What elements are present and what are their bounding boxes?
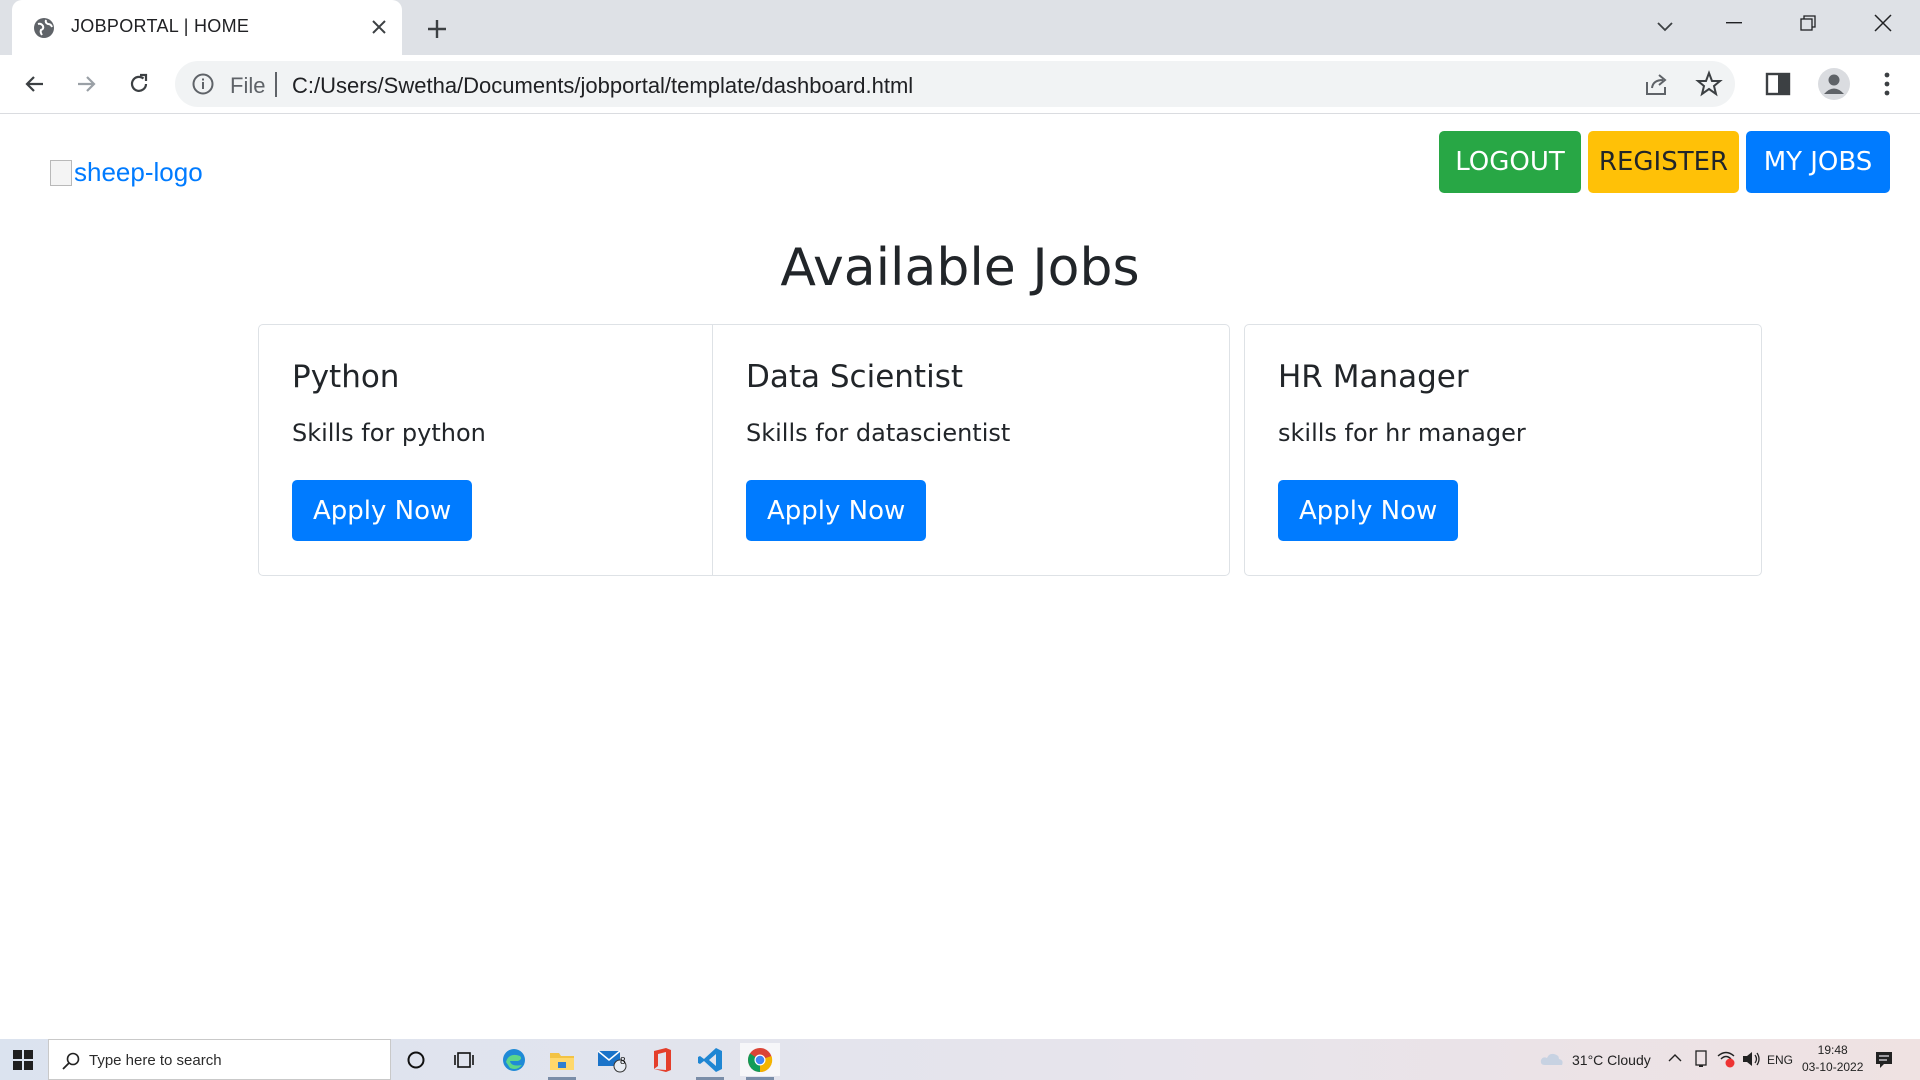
kebab-menu-icon[interactable] [1872, 69, 1902, 99]
page-title: Available Jobs [780, 238, 1140, 298]
url-text[interactable]: C:/Users/Swetha/Documents/jobportal/temp… [292, 73, 913, 99]
device-icon[interactable] [1693, 1050, 1709, 1068]
office-icon[interactable] [642, 1043, 682, 1076]
apply-now-button[interactable]: Apply Now [1278, 480, 1459, 541]
page-content: sheep-logo LOGOUT REGISTER MY JOBS Avail… [0, 115, 1920, 1039]
plus-icon[interactable] [420, 12, 454, 46]
windows-start-icon[interactable] [12, 1049, 34, 1071]
search-icon [62, 1052, 80, 1070]
forward-icon[interactable] [66, 64, 106, 104]
job-card: HR Manager skills for hr manager Apply N… [1244, 324, 1762, 576]
side-panel-icon[interactable] [1763, 69, 1793, 99]
reload-icon[interactable] [119, 64, 159, 104]
vscode-icon[interactable] [690, 1043, 730, 1080]
url-separator [275, 72, 277, 97]
my-jobs-button[interactable]: MY JOBS [1746, 131, 1890, 193]
broken-image-icon [50, 159, 72, 186]
star-icon[interactable] [1695, 70, 1723, 98]
minimize-icon[interactable] [1697, 0, 1771, 46]
chevron-up-icon[interactable] [1668, 1053, 1682, 1063]
mail-badge: 8 [620, 1056, 626, 1067]
task-view-icon[interactable] [444, 1043, 484, 1076]
info-icon[interactable] [191, 72, 215, 96]
mail-icon[interactable]: 8 [592, 1043, 632, 1076]
taskbar-search-input[interactable]: Type here to search [48, 1039, 391, 1080]
clock-date: 03-10-2022 [1802, 1060, 1864, 1074]
clock-time: 19:48 [1817, 1043, 1848, 1057]
job-description: skills for hr manager [1278, 419, 1526, 447]
restore-icon[interactable] [1771, 0, 1845, 46]
close-icon[interactable] [364, 12, 394, 42]
apply-now-button[interactable]: Apply Now [746, 480, 927, 541]
weather-text[interactable]: 31°C Cloudy [1572, 1052, 1651, 1068]
url-scheme: File [230, 73, 266, 98]
search-placeholder: Type here to search [89, 1052, 222, 1069]
window-close-icon[interactable] [1846, 0, 1920, 46]
browser-tab[interactable]: JOBPORTAL | HOME [12, 0, 402, 55]
address-bar[interactable]: File C:/Users/Swetha/Documents/jobportal… [175, 61, 1735, 107]
job-description: Skills for datascientist [746, 419, 1011, 447]
chrome-icon[interactable] [740, 1043, 780, 1080]
language-indicator[interactable]: ENG [1767, 1053, 1793, 1067]
job-title: HR Manager [1278, 359, 1469, 395]
cortana-icon[interactable] [396, 1043, 436, 1076]
job-card: Python Skills for python Apply Now [258, 324, 713, 576]
browser-tab-strip: JOBPORTAL | HOME [0, 0, 1920, 55]
logout-button[interactable]: LOGOUT [1439, 131, 1581, 193]
browser-toolbar: File C:/Users/Swetha/Documents/jobportal… [0, 55, 1920, 114]
job-description: Skills for python [292, 419, 486, 447]
file-explorer-icon[interactable] [542, 1043, 582, 1080]
clock[interactable]: 19:48 03-10-2022 [1802, 1042, 1863, 1076]
taskbar: Type here to search 8 31°C Cloudy ENG 19… [0, 1039, 1920, 1080]
job-title: Data Scientist [746, 359, 963, 395]
apply-now-button[interactable]: Apply Now [292, 480, 473, 541]
edge-icon[interactable] [494, 1043, 534, 1076]
share-icon[interactable] [1643, 70, 1671, 98]
back-icon[interactable] [15, 64, 55, 104]
cloud-icon [1540, 1053, 1563, 1065]
notifications-icon[interactable] [1874, 1050, 1894, 1070]
profile-icon[interactable] [1817, 67, 1851, 101]
register-button[interactable]: REGISTER [1588, 131, 1739, 193]
logo-alt-text: sheep-logo [74, 157, 203, 187]
network-icon[interactable] [1716, 1050, 1736, 1068]
job-card: Data Scientist Skills for datascientist … [712, 324, 1230, 576]
volume-icon[interactable] [1741, 1050, 1761, 1068]
globe-icon [34, 18, 54, 38]
job-title: Python [292, 359, 400, 395]
logo-link[interactable]: sheep-logo [50, 157, 203, 188]
chevron-down-icon[interactable] [1648, 10, 1682, 44]
tab-title: JOBPORTAL | HOME [71, 16, 250, 36]
